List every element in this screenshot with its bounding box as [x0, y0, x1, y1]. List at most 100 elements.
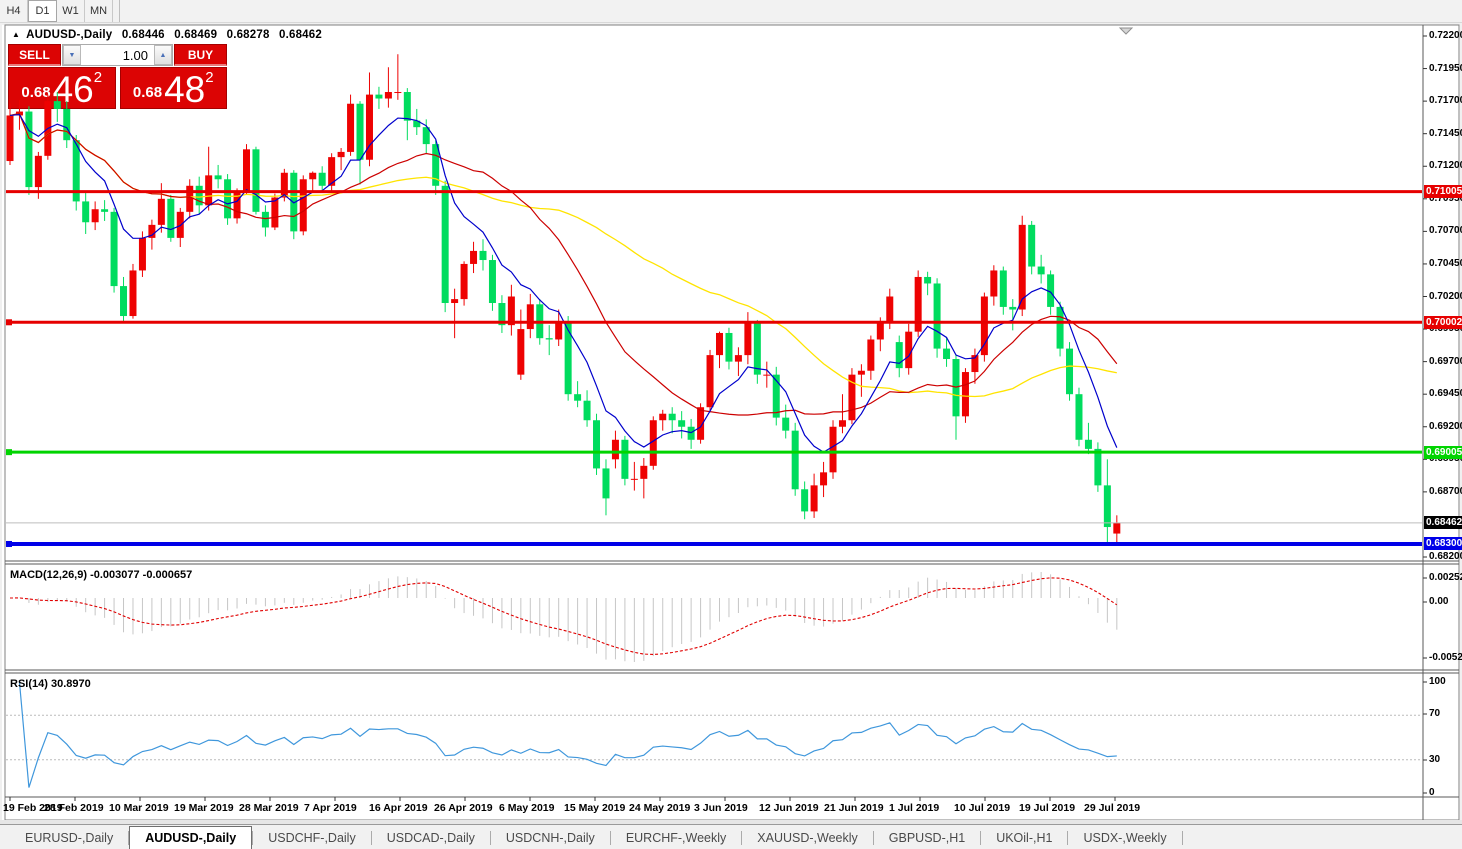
candle [792, 431, 799, 490]
candle [546, 338, 553, 339]
time-axis-label[interactable]: 6 May 2019 [499, 802, 554, 814]
rsi-indicator-label: RSI(14) 30.8970 [10, 678, 91, 690]
candle [725, 333, 732, 362]
candle [309, 173, 316, 180]
price-badge-0.69005: 0.69005 [1424, 446, 1462, 459]
price-scale-label[interactable]: 0.68200 [1429, 551, 1462, 563]
candle [716, 333, 723, 355]
candle [631, 479, 638, 480]
time-axis-label[interactable]: 26 Apr 2019 [434, 802, 493, 814]
time-axis-label[interactable]: 7 Apr 2019 [304, 802, 357, 814]
candle [54, 101, 61, 109]
candle [404, 92, 411, 121]
candle [461, 264, 468, 299]
price-scale-label[interactable]: 0.71450 [1429, 128, 1462, 140]
candle [442, 186, 449, 303]
price-scale-label[interactable]: 0.71950 [1429, 63, 1462, 75]
chart-shift-marker-icon[interactable] [1120, 28, 1132, 34]
time-axis-label[interactable]: 12 Jun 2019 [759, 802, 819, 814]
price-scale-label[interactable]: 0.69450 [1429, 388, 1462, 400]
tab-eurusd--daily[interactable]: EURUSD-,Daily [10, 828, 128, 849]
macd-scale-label[interactable]: 0.00 [1429, 596, 1448, 608]
candle [820, 472, 827, 485]
price-badge-0.70002: 0.70002 [1424, 316, 1462, 329]
time-axis-label[interactable]: 10 Jul 2019 [954, 802, 1010, 814]
rsi-scale-label[interactable]: 0 [1429, 787, 1435, 799]
candle [990, 270, 997, 296]
time-axis-label[interactable]: 24 May 2019 [629, 802, 690, 814]
hline-handle [6, 541, 12, 547]
candle [1094, 449, 1101, 485]
time-axis-label[interactable]: 15 May 2019 [564, 802, 625, 814]
candle [82, 201, 89, 222]
candle [621, 440, 628, 479]
hline-handle [6, 319, 12, 325]
candle [527, 304, 534, 329]
macd-signal-line [10, 578, 1117, 655]
candle [470, 251, 477, 264]
price-scale-label[interactable]: 0.69200 [1429, 421, 1462, 433]
macd-indicator-label: MACD(12,26,9) -0.003077 -0.000657 [10, 569, 192, 581]
time-axis-label[interactable]: 29 Jul 2019 [1084, 802, 1140, 814]
candle [924, 277, 931, 284]
price-scale-label[interactable]: 0.70200 [1429, 291, 1462, 303]
time-axis-label[interactable]: 19 Mar 2019 [174, 802, 234, 814]
hline-handle [6, 449, 12, 455]
candle [905, 332, 912, 368]
candle [63, 109, 70, 140]
ma-fast-line [10, 115, 1117, 453]
candle [602, 468, 609, 498]
candle [111, 212, 118, 286]
price-scale-label[interactable]: 0.71700 [1429, 95, 1462, 107]
time-axis-label[interactable]: 28 Feb 2019 [44, 802, 104, 814]
candle [243, 149, 250, 192]
tab-gbpusd--h1[interactable]: GBPUSD-,H1 [874, 828, 980, 849]
rsi-scale-label[interactable]: 70 [1429, 708, 1440, 720]
ma-slow-line [10, 113, 1117, 396]
tab-usdchf--daily[interactable]: USDCHF-,Daily [253, 828, 371, 849]
time-axis-label[interactable]: 3 Jun 2019 [694, 802, 748, 814]
candle [252, 149, 259, 212]
price-scale-label[interactable]: 0.69700 [1429, 356, 1462, 368]
time-axis-label[interactable]: 21 Jun 2019 [824, 802, 884, 814]
candle [830, 427, 837, 473]
candle [1038, 267, 1045, 275]
candle [688, 427, 695, 440]
tab-usdcad--daily[interactable]: USDCAD-,Daily [372, 828, 490, 849]
candle [451, 299, 458, 303]
time-axis-label[interactable]: 16 Apr 2019 [369, 802, 428, 814]
candle [347, 104, 354, 152]
tab-usdx--weekly[interactable]: USDX-,Weekly [1068, 828, 1181, 849]
candle [139, 238, 146, 271]
tab-eurchf--weekly[interactable]: EURCHF-,Weekly [611, 828, 741, 849]
rsi-scale-label[interactable]: 100 [1429, 676, 1446, 688]
candle [375, 95, 382, 99]
candle [129, 270, 136, 316]
candle [186, 186, 193, 212]
price-scale-label[interactable]: 0.68700 [1429, 486, 1462, 498]
candle [1075, 394, 1082, 440]
macd-scale-label[interactable]: 0.002522 [1429, 572, 1462, 584]
candle [877, 323, 884, 340]
price-chart-canvas[interactable] [0, 0, 1462, 848]
candle [1009, 307, 1016, 310]
time-axis-label[interactable]: 28 Mar 2019 [239, 802, 299, 814]
candle [801, 489, 808, 511]
tab-usdcnh--daily[interactable]: USDCNH-,Daily [491, 828, 610, 849]
price-scale-label[interactable]: 0.71200 [1429, 160, 1462, 172]
candle [517, 329, 524, 375]
time-axis-label[interactable]: 10 Mar 2019 [109, 802, 169, 814]
ma-mid-line [10, 113, 1117, 415]
macd-scale-label[interactable]: -0.005234 [1429, 652, 1462, 664]
tab-audusd--daily[interactable]: AUDUSD-,Daily [129, 826, 252, 849]
price-scale-label[interactable]: 0.70700 [1429, 225, 1462, 237]
tab-xauusd--weekly[interactable]: XAUUSD-,Weekly [742, 828, 872, 849]
time-axis-label[interactable]: 19 Jul 2019 [1019, 802, 1075, 814]
time-axis-label[interactable]: 1 Jul 2019 [889, 802, 939, 814]
price-scale-label[interactable]: 0.72200 [1429, 30, 1462, 42]
price-scale-label[interactable]: 0.70450 [1429, 258, 1462, 270]
tab-ukoil--h1[interactable]: UKOil-,H1 [981, 828, 1067, 849]
rsi-scale-label[interactable]: 30 [1429, 754, 1440, 766]
candle [763, 375, 770, 376]
candle [281, 173, 288, 198]
